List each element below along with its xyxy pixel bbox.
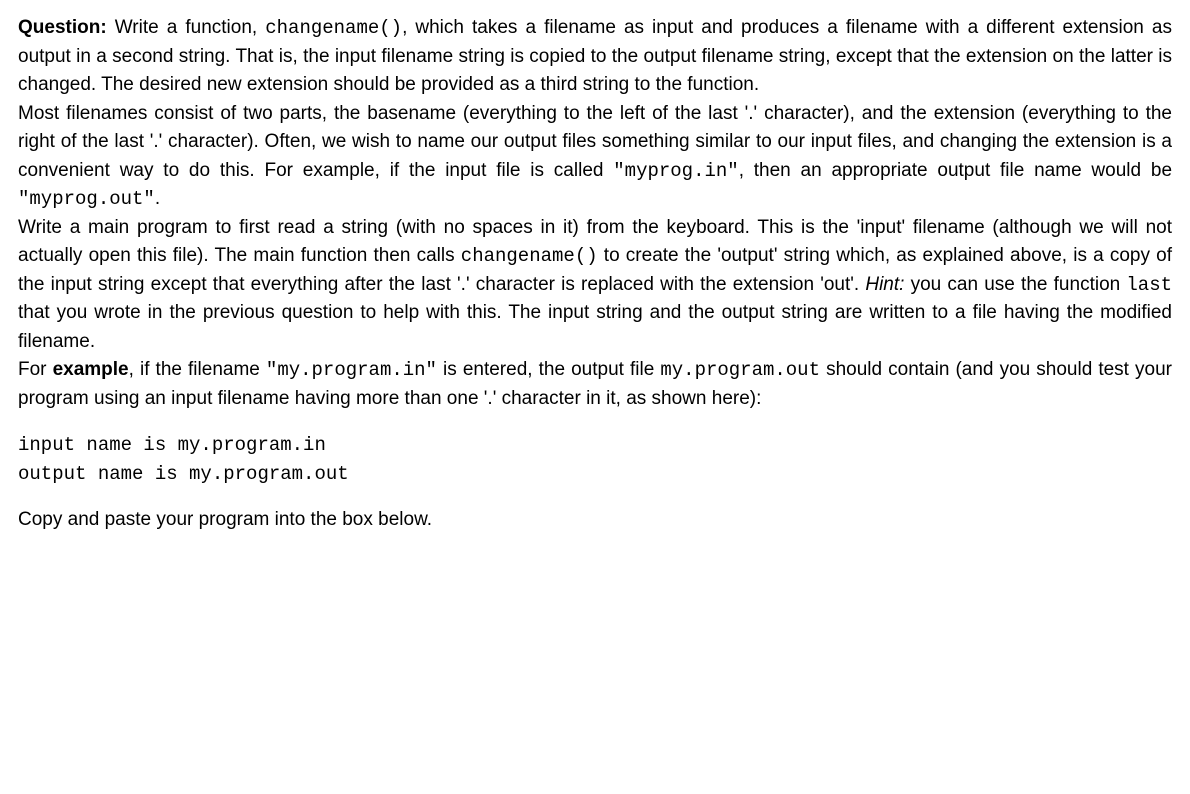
paragraph-3: Write a main program to first read a str… <box>18 214 1172 357</box>
text: you can use the function <box>904 274 1126 295</box>
text: Write a function, <box>107 17 266 38</box>
text: , then an appropriate output file name w… <box>739 160 1172 181</box>
example-label: example <box>53 359 129 380</box>
text: , if the filename <box>129 359 266 380</box>
hint-label: Hint: <box>865 274 904 295</box>
question-label: Question: <box>18 17 107 38</box>
paragraph-4: For example, if the filename "my.program… <box>18 356 1172 413</box>
paragraph-2: Most filenames consist of two parts, the… <box>18 100 1172 214</box>
code-my-program-out: my.program.out <box>660 359 820 381</box>
code-myprog-in: "myprog.in" <box>613 160 738 182</box>
text: that you wrote in the previous question … <box>18 302 1172 352</box>
code-changename: changename() <box>265 17 402 39</box>
text: is entered, the output file <box>437 359 660 380</box>
code-myprog-out: "myprog.out" <box>18 188 155 210</box>
code-my-program-in: "my.program.in" <box>266 359 437 381</box>
example-output-block: input name is my.program.in output name … <box>18 431 1172 488</box>
code-changename: changename() <box>461 245 598 267</box>
code-last: last <box>1126 274 1172 296</box>
paragraph-1: Question: Write a function, changename()… <box>18 14 1172 100</box>
question-content: Question: Write a function, changename()… <box>18 14 1172 535</box>
text: . <box>155 188 160 209</box>
text: For <box>18 359 53 380</box>
paragraph-5: Copy and paste your program into the box… <box>18 506 1172 535</box>
